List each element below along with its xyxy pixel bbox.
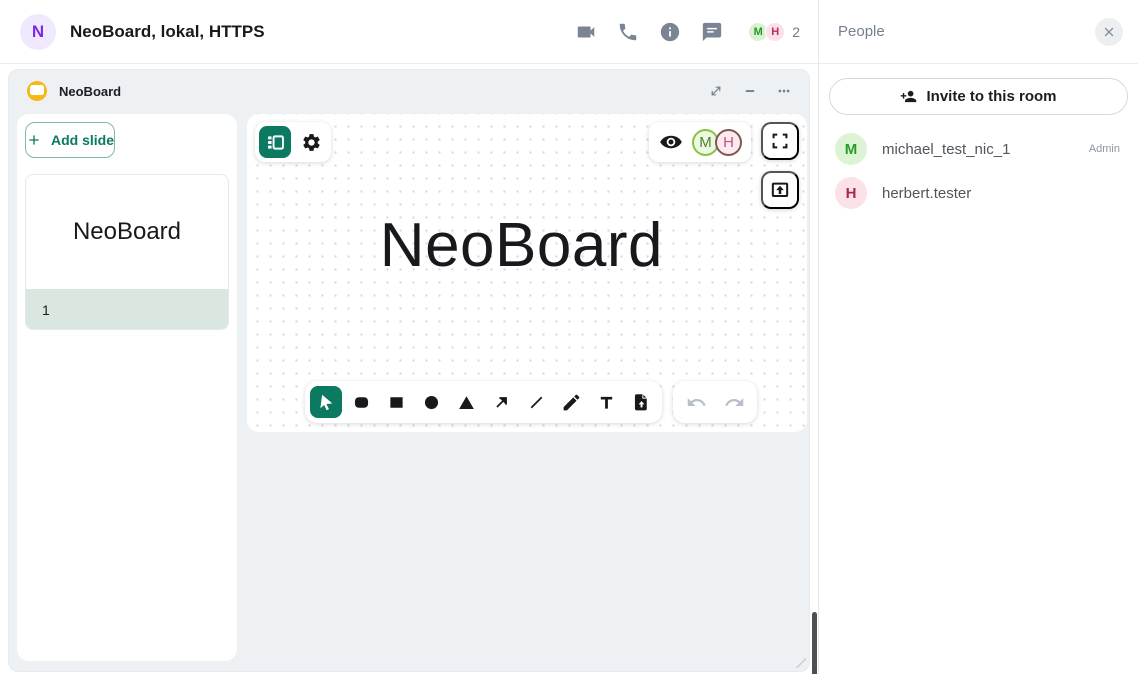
slide-thumbnail[interactable]: NeoBoard 1 [25,174,229,330]
member-name: herbert.tester [882,185,971,202]
rounded-square-icon [351,392,372,413]
more-options-icon[interactable] [776,84,791,99]
widget-title: NeoBoard [59,84,121,99]
widget-body: Add slide NeoBoard 1 NeoBoard [17,114,801,661]
square-tool[interactable] [380,386,412,418]
room-avatar[interactable]: N [20,14,56,50]
cursor-icon [316,392,337,413]
room-body: NeoBoard [0,64,818,674]
add-slide-label: Add slide [51,132,114,148]
select-tool[interactable] [310,386,342,418]
room-facepile[interactable]: M H 2 [748,22,800,42]
text-icon [596,392,617,413]
board-canvas[interactable]: NeoBoard [247,114,807,432]
pen-tool[interactable] [555,386,587,418]
close-icon [1102,25,1116,39]
widget-resize-handle[interactable] [796,658,806,668]
chat-icon[interactable] [700,20,724,44]
slide-number: 1 [26,289,228,330]
room-info-icon[interactable] [658,20,682,44]
undo-button[interactable] [680,386,712,418]
line-icon [526,392,547,413]
room-section: N NeoBoard, lokal, HTTPS M H 2 [0,0,818,674]
widget-header: NeoBoard [9,70,809,112]
video-call-icon[interactable] [574,20,598,44]
people-panel-header: People [819,0,1138,64]
slide-preview-text: NeoBoard [26,175,228,289]
arrow-icon [491,392,512,413]
people-panel-title: People [838,23,885,40]
invite-button-label: Invite to this room [926,88,1056,105]
people-panel: People Invite to this room M michael_tes… [818,0,1138,674]
ellipse-tool[interactable] [415,386,447,418]
history-toolbar [673,381,757,423]
drawing-toolbar [305,381,662,423]
rounded-square-tool[interactable] [345,386,377,418]
member-row-herbert[interactable]: H herbert.tester [819,171,1138,215]
person-add-icon [900,88,917,105]
app-window: N NeoBoard, lokal, HTTPS M H 2 [0,0,1138,674]
redo-button[interactable] [718,386,750,418]
triangle-icon [456,392,477,413]
neoboard-logo-icon [27,81,47,101]
member-count: 2 [792,24,800,40]
member-avatar-m: M [835,133,867,165]
member-role-badge: Admin [1089,143,1120,155]
fullscreen-icon [769,130,791,152]
board-text-element[interactable]: NeoBoard [380,210,663,281]
file-upload-tool[interactable] [625,386,657,418]
line-tool[interactable] [520,386,552,418]
square-icon [386,392,407,413]
eye-icon[interactable] [658,129,684,155]
settings-gear-icon [301,132,322,153]
present-button[interactable] [761,171,799,209]
member-avatar-h: H [835,177,867,209]
facepile-avatar-h: H [765,22,785,42]
slide-overview-icon [265,132,286,153]
presence-avatar-h[interactable]: H [715,129,742,156]
circle-icon [421,392,442,413]
minimize-icon[interactable] [742,84,757,99]
room-title: NeoBoard, lokal, HTTPS [70,22,265,42]
widget-actions [708,84,791,99]
file-upload-icon [631,392,652,413]
arrow-tool[interactable] [485,386,517,418]
settings-button[interactable] [295,126,327,158]
slides-panel: Add slide NeoBoard 1 [17,114,237,661]
redo-icon [724,392,745,413]
voice-call-icon[interactable] [616,20,640,44]
invite-to-room-button[interactable]: Invite to this room [829,78,1128,115]
presence-bar: M H [649,122,751,162]
vertical-scrollbar[interactable] [812,612,817,674]
room-header: N NeoBoard, lokal, HTTPS M H 2 [0,0,818,64]
member-row-michael[interactable]: M michael_test_nic_1 Admin [819,127,1138,171]
popout-icon[interactable] [708,84,723,99]
text-tool[interactable] [590,386,622,418]
present-icon [769,179,791,201]
pen-icon [561,392,582,413]
plus-icon [26,132,42,148]
add-slide-button[interactable]: Add slide [25,122,115,158]
room-header-actions: M H 2 [574,20,800,44]
canvas-top-left-toolbar [255,122,331,162]
member-name: michael_test_nic_1 [882,141,1010,158]
member-list: M michael_test_nic_1 Admin H herbert.tes… [819,127,1138,215]
fullscreen-button[interactable] [761,122,799,160]
slide-overview-button[interactable] [259,126,291,158]
neoboard-widget: NeoBoard [8,69,810,672]
undo-icon [686,392,707,413]
triangle-tool[interactable] [450,386,482,418]
close-panel-button[interactable] [1095,18,1123,46]
